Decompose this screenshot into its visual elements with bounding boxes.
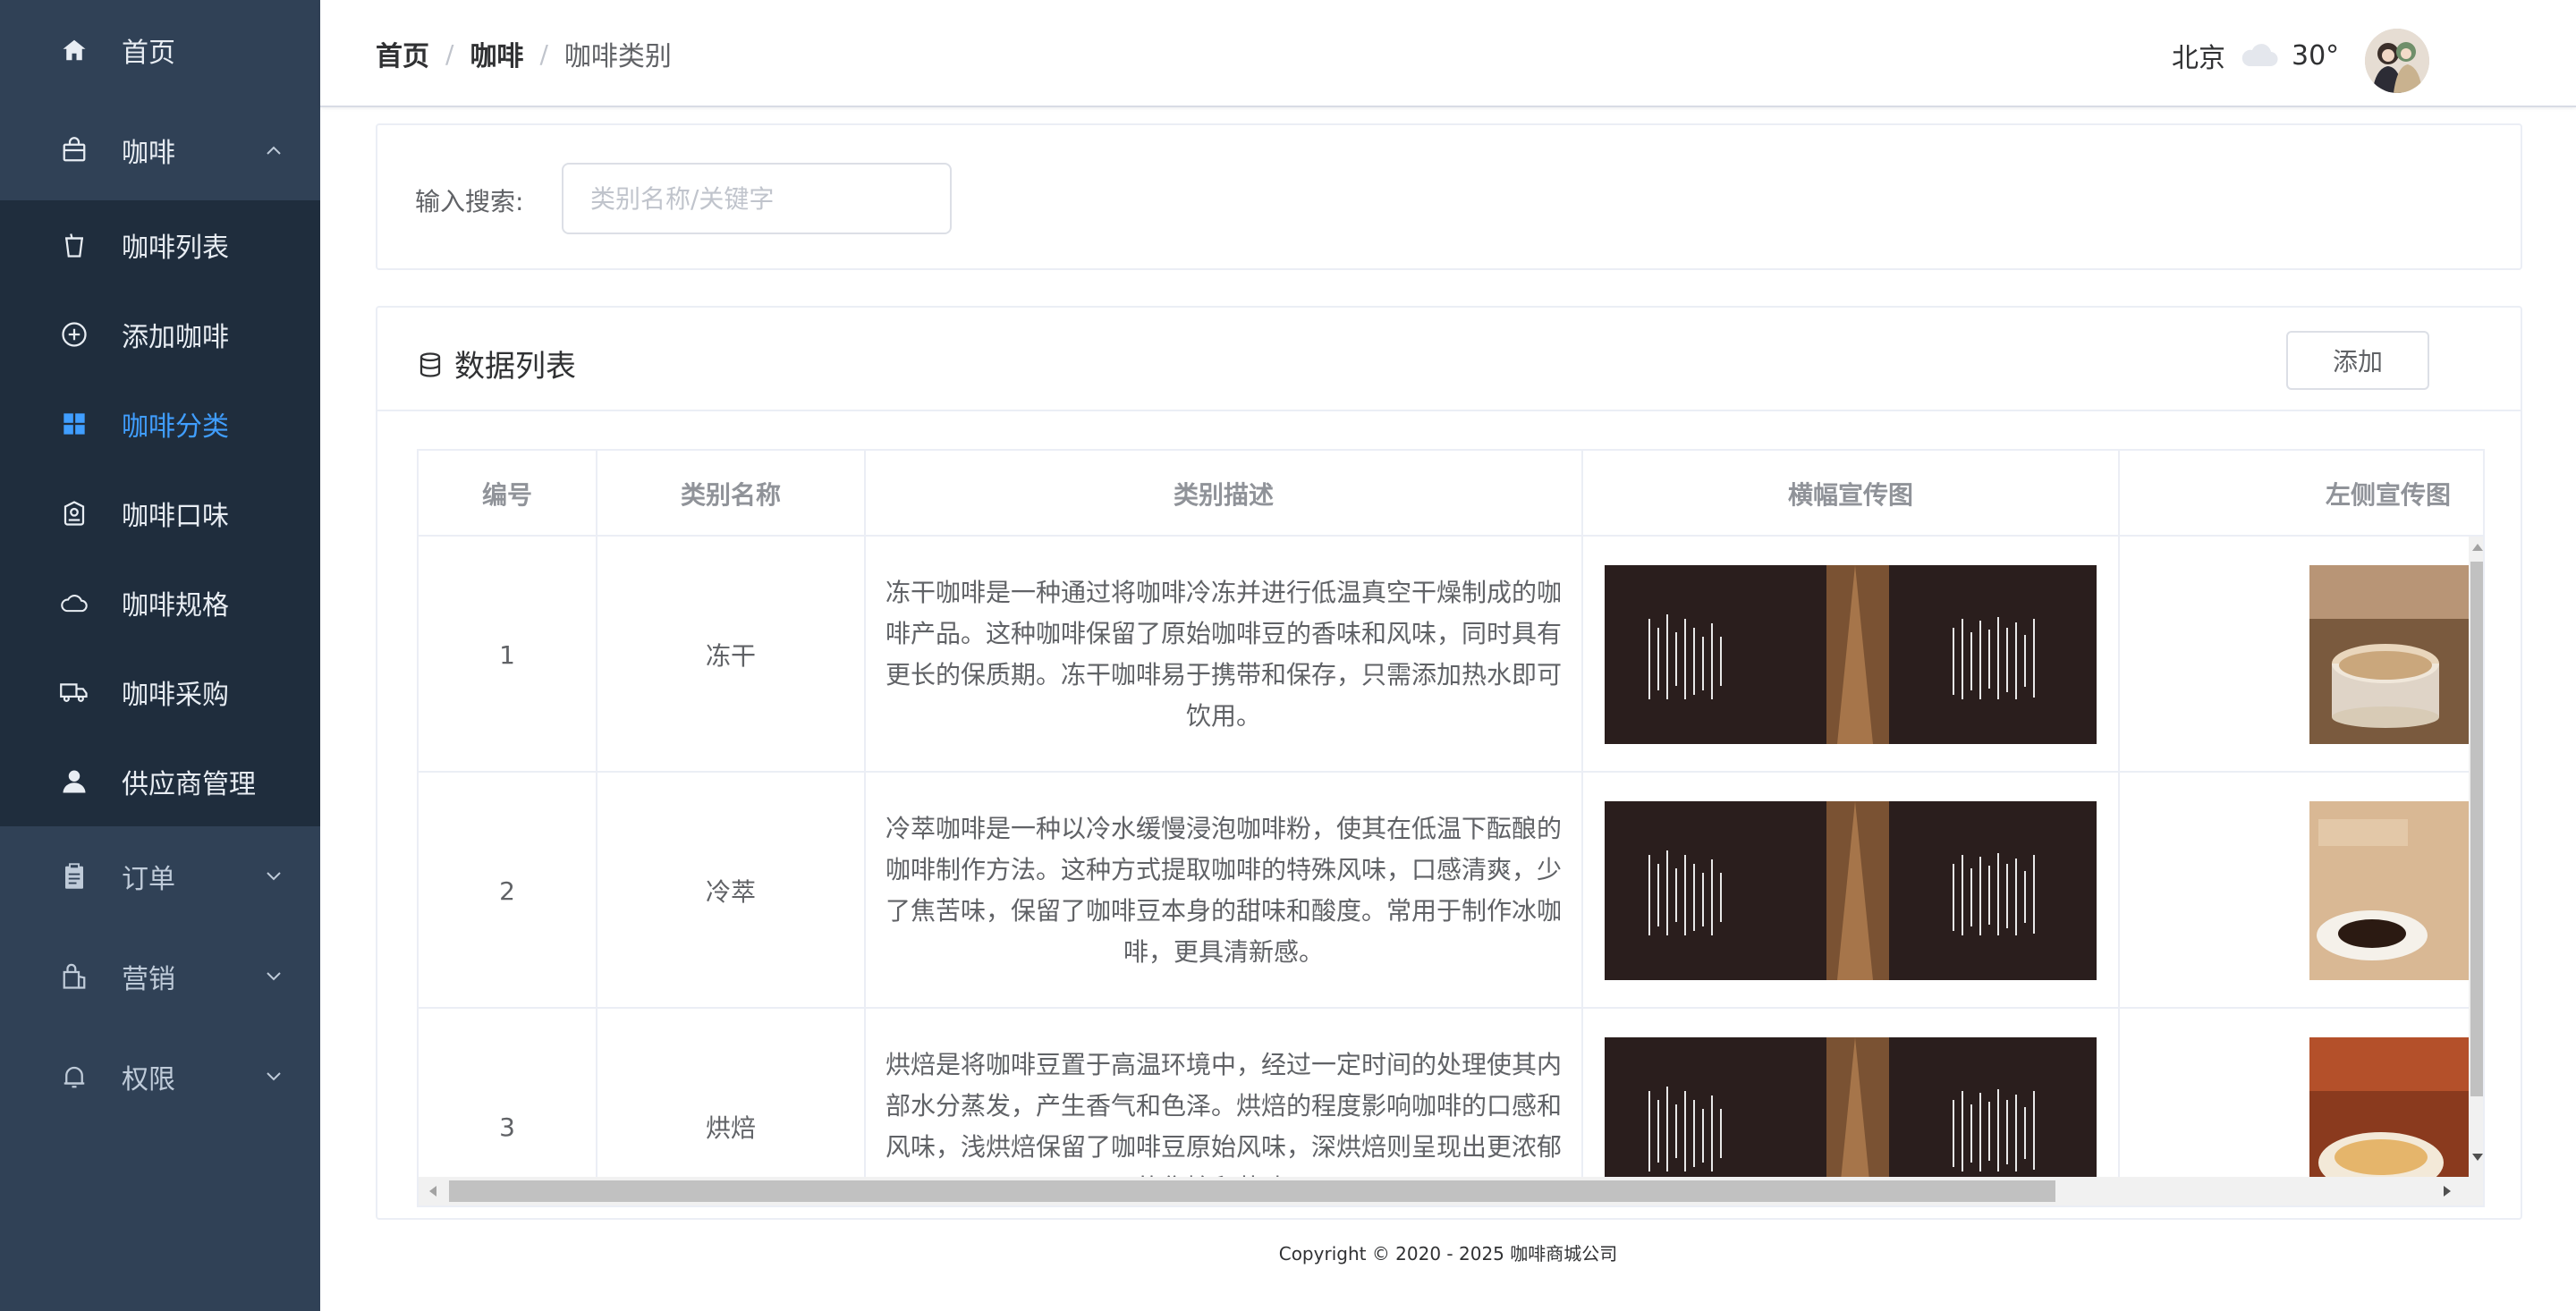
search-card: 输入搜索: xyxy=(376,123,2522,270)
breadcrumb-home[interactable]: 首页 xyxy=(376,34,429,73)
avatar[interactable] xyxy=(2365,29,2429,93)
cloud-icon xyxy=(2240,43,2279,68)
sidebar-item-label: 首页 xyxy=(122,38,175,69)
table-row[interactable]: 2 冷萃 冷萃咖啡是一种以冷水缓慢浸泡咖啡粉，使其在低温下酝酿的咖啡制作方法。这… xyxy=(419,773,2483,1009)
column-header-banner[interactable]: 横幅宣传图 xyxy=(1583,451,2120,537)
sidebar-item-label: 咖啡分类 xyxy=(122,411,229,443)
sidebar-item-label: 咖啡规格 xyxy=(122,590,229,622)
sidebar-item-label: 添加咖啡 xyxy=(122,322,229,353)
bag-icon xyxy=(59,135,89,165)
sidebar-item-label: 权限 xyxy=(122,1064,175,1095)
column-header-side-image[interactable]: 左侧宣传图 xyxy=(2120,451,2483,537)
breadcrumb-separator: / xyxy=(539,38,548,69)
card-header: 数据列表 添加 xyxy=(377,308,2521,411)
search-label: 输入搜索: xyxy=(415,187,524,216)
side-image[interactable] xyxy=(2309,565,2469,744)
sidebar-item-coffee-flavor[interactable]: 咖啡口味 xyxy=(0,469,320,558)
sidebar-item-coffee-purchase[interactable]: 咖啡采购 xyxy=(0,647,320,737)
horizontal-scrollbar[interactable] xyxy=(419,1177,2469,1205)
weather-city: 北京 xyxy=(2172,43,2225,74)
cell-id: 1 xyxy=(419,537,597,773)
sidebar-item-label: 咖啡口味 xyxy=(122,501,229,532)
chevron-down-icon xyxy=(265,867,283,885)
side-image[interactable] xyxy=(2309,801,2469,980)
cell-description: 冷萃咖啡是一种以冷水缓慢浸泡咖啡粉，使其在低温下酝酿的咖啡制作方法。这种方式提取… xyxy=(866,773,1583,1009)
sidebar-item-label: 咖啡采购 xyxy=(122,680,229,711)
truck-icon xyxy=(59,677,89,707)
breadcrumb-current: 咖啡类别 xyxy=(564,41,672,72)
card-title-text: 数据列表 xyxy=(454,349,576,385)
sidebar-item-orders[interactable]: 订单 xyxy=(0,826,320,926)
search-input[interactable] xyxy=(562,163,952,234)
sidebar-item-permissions[interactable]: 权限 xyxy=(0,1027,320,1127)
cell-side-image xyxy=(2120,773,2469,1009)
cell-name: 冷萃 xyxy=(597,773,866,1009)
sidebar-item-coffee[interactable]: 咖啡 xyxy=(0,100,320,200)
chevron-down-icon xyxy=(265,968,283,985)
sidebar-item-marketing[interactable]: 营销 xyxy=(0,926,320,1027)
cell-name: 冻干 xyxy=(597,537,866,773)
sidebar-item-coffee-category[interactable]: 咖啡分类 xyxy=(0,379,320,469)
table-header: 编号 类别名称 类别描述 横幅宣传图 左侧宣传图 xyxy=(419,451,2483,537)
home-icon xyxy=(59,35,89,65)
weather-temperature: 30° xyxy=(2292,39,2340,72)
card-title: 数据列表 xyxy=(417,342,576,385)
cell-description: 冻干咖啡是一种通过将咖啡冷冻并进行低温真空干燥制成的咖啡产品。这种咖啡保留了原始… xyxy=(866,537,1583,773)
cloud-icon xyxy=(59,588,89,618)
clipboard-icon xyxy=(59,861,89,892)
cell-banner xyxy=(1583,773,2120,1009)
scroll-right-icon[interactable] xyxy=(2444,1186,2451,1197)
sidebar-item-coffee-spec[interactable]: 咖啡规格 xyxy=(0,558,320,647)
cell-side-image xyxy=(2120,537,2469,773)
column-header-id[interactable]: 编号 xyxy=(419,451,597,537)
weather-widget: 北京 30° xyxy=(2172,36,2339,75)
database-icon xyxy=(417,351,444,377)
sidebar-item-coffee-list[interactable]: 咖啡列表 xyxy=(0,200,320,290)
sidebar-item-label: 订单 xyxy=(122,864,175,895)
breadcrumb-separator: / xyxy=(445,38,454,69)
cell-banner xyxy=(1583,537,2120,773)
sidebar-item-label: 营销 xyxy=(122,964,175,995)
sidebar-item-label: 咖啡 xyxy=(122,138,175,169)
chevron-up-icon xyxy=(265,141,283,159)
top-header: 首页 / 咖啡 / 咖啡类别 北京 30° xyxy=(320,0,2576,107)
sidebar-item-label: 咖啡列表 xyxy=(122,233,229,264)
location-icon xyxy=(59,498,89,529)
breadcrumb: 首页 / 咖啡 / 咖啡类别 xyxy=(376,34,672,73)
vertical-scroll-thumb[interactable] xyxy=(2470,562,2483,1096)
table-row[interactable]: 1 冻干 冻干咖啡是一种通过将咖啡冷冻并进行低温真空干燥制成的咖啡产品。这种咖啡… xyxy=(419,537,2483,773)
scroll-down-icon[interactable] xyxy=(2472,1154,2483,1161)
cup-icon xyxy=(59,230,89,260)
category-table: 编号 类别名称 类别描述 横幅宣传图 左侧宣传图 1 冻干 冻干咖啡是一种通过将… xyxy=(417,449,2485,1207)
cell-id: 2 xyxy=(419,773,597,1009)
sidebar: 首页 咖啡 咖啡列表 添加咖啡 咖啡分类 咖啡口味 咖啡规格 咖啡采购 供应商管… xyxy=(0,0,320,1311)
bell-icon xyxy=(59,1061,89,1092)
banner-image[interactable] xyxy=(1605,801,2097,980)
scroll-left-icon[interactable] xyxy=(429,1186,436,1197)
data-list-card: 数据列表 添加 编号 类别名称 类别描述 横幅宣传图 左侧宣传图 1 冻干 冻干… xyxy=(376,306,2522,1220)
shopping-bag-icon xyxy=(59,961,89,992)
scroll-up-icon[interactable] xyxy=(2472,544,2483,551)
user-icon xyxy=(59,766,89,797)
chevron-down-icon xyxy=(265,1068,283,1086)
plus-circle-icon xyxy=(59,319,89,350)
banner-image[interactable] xyxy=(1605,565,2097,744)
footer-copyright: Copyright © 2020 - 2025 咖啡商城公司 xyxy=(1278,1243,1618,1264)
sidebar-item-supplier[interactable]: 供应商管理 xyxy=(0,737,320,826)
vertical-scrollbar[interactable] xyxy=(2469,537,2483,1205)
column-header-description[interactable]: 类别描述 xyxy=(866,451,1583,537)
column-header-name[interactable]: 类别名称 xyxy=(597,451,866,537)
sidebar-item-home[interactable]: 首页 xyxy=(0,0,320,100)
horizontal-scroll-thumb[interactable] xyxy=(449,1180,2055,1202)
grid-icon xyxy=(59,409,89,439)
sidebar-item-label: 供应商管理 xyxy=(122,769,256,800)
coffee-submenu: 咖啡列表 添加咖啡 咖啡分类 咖啡口味 咖啡规格 咖啡采购 供应商管理 xyxy=(0,200,320,826)
sidebar-item-add-coffee[interactable]: 添加咖啡 xyxy=(0,290,320,379)
add-button[interactable]: 添加 xyxy=(2286,331,2429,390)
breadcrumb-coffee[interactable]: 咖啡 xyxy=(470,34,523,73)
